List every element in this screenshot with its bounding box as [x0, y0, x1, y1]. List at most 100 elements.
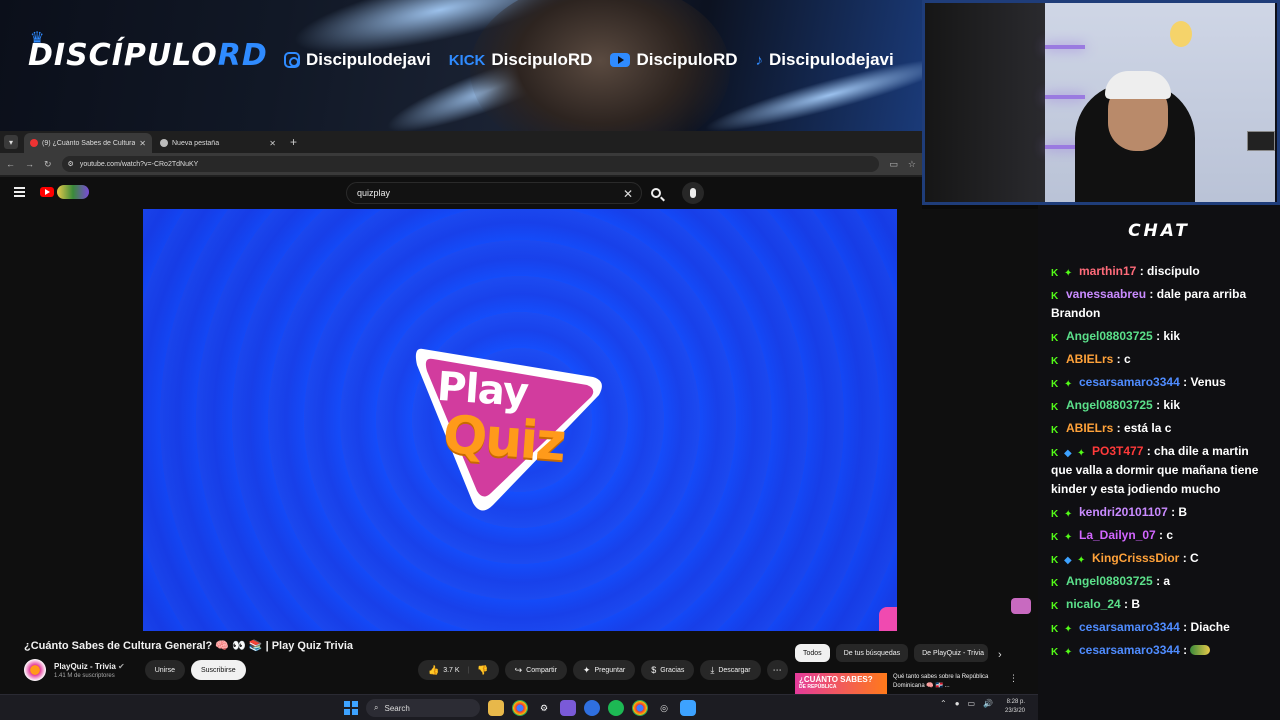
- chat-text: a: [1163, 574, 1171, 588]
- kick-badge-icon: K: [1051, 379, 1059, 390]
- search-icon: ⌕: [374, 703, 379, 712]
- chat-message: K Angel08803725 : a: [1051, 574, 1171, 589]
- tab-youtube[interactable]: (9) ¿Cuánto Sabes de Cultura G ✕: [24, 133, 152, 153]
- chip-all[interactable]: Todos: [795, 644, 830, 662]
- search-input[interactable]: quizplay ✕: [346, 182, 642, 204]
- chat-username[interactable]: nicalo_24: [1066, 597, 1121, 611]
- chat-message: K ✦ cesarsamaro3344 :: [1051, 641, 1273, 660]
- chat-username[interactable]: PO3T477: [1092, 444, 1143, 458]
- social-instagram: Discipulodejavi: [284, 50, 431, 70]
- voice-search-button[interactable]: [682, 182, 704, 204]
- thumbs-down-icon[interactable]: 👎: [477, 665, 488, 676]
- chat-message: K ◆ ✦ KingCrisssDior : C: [1051, 551, 1199, 566]
- chat-username[interactable]: Angel08803725: [1066, 574, 1153, 588]
- clear-search-icon[interactable]: ✕: [623, 187, 633, 201]
- more-vert-icon[interactable]: ⋮: [1009, 673, 1018, 695]
- bookmark-star-icon[interactable]: ☆: [908, 159, 916, 170]
- chip-from-searches[interactable]: De tus búsquedas: [835, 644, 909, 662]
- subscriber-badge-icon: ✦: [1077, 555, 1086, 566]
- like-button[interactable]: 👍 3.7 K | 👎: [418, 660, 499, 680]
- join-button[interactable]: Unirse: [144, 660, 185, 680]
- subscriber-badge-icon: ✦: [1064, 532, 1073, 543]
- chat-username[interactable]: Angel08803725: [1066, 398, 1153, 412]
- youtube-doodle[interactable]: [57, 185, 89, 199]
- chrome-profile-icon[interactable]: [632, 700, 648, 716]
- obs-icon[interactable]: ◎: [656, 700, 672, 716]
- chat-text: c: [1124, 352, 1131, 366]
- notes-icon[interactable]: [680, 700, 696, 716]
- channel-avatar[interactable]: [24, 659, 46, 681]
- site-info-icon[interactable]: ⚙: [68, 160, 74, 168]
- chat-message: K ABIELrs : c: [1051, 352, 1131, 367]
- search-icon: [651, 188, 661, 198]
- chat-username[interactable]: cesarsamaro3344: [1079, 643, 1180, 657]
- mic-tray-icon[interactable]: ●: [955, 699, 960, 708]
- chat-username[interactable]: cesarsamaro3344: [1079, 375, 1180, 389]
- chat-username[interactable]: vanessaabreu: [1066, 287, 1146, 301]
- forward-icon[interactable]: →: [25, 159, 34, 169]
- kick-badge-icon: K: [1051, 509, 1059, 520]
- recommended-video[interactable]: ¿CUÁNTO SABES? DE REPÚBLICA Qué tanto sa…: [795, 673, 1027, 695]
- chat-username[interactable]: La_Dailyn_07: [1079, 528, 1156, 542]
- subscriber-badge-icon: ✦: [1064, 509, 1073, 520]
- taskbar-search[interactable]: ⌕ Search: [366, 699, 480, 717]
- cast-icon[interactable]: ▭: [889, 159, 898, 170]
- chat-message: K ✦ La_Dailyn_07 : c: [1051, 528, 1174, 543]
- taskbar-clock[interactable]: 8:28 p. 23/3/20: [1005, 698, 1025, 716]
- kick-badge-icon: K: [1051, 647, 1059, 658]
- youtube-favicon-icon: [30, 139, 38, 147]
- menu-icon[interactable]: [14, 187, 25, 197]
- chat-username[interactable]: marthin17: [1079, 264, 1136, 278]
- new-tab-button[interactable]: +: [290, 135, 297, 149]
- video-player[interactable]: Play Quiz: [143, 209, 897, 631]
- chat-text: c: [1166, 528, 1174, 542]
- chat-username[interactable]: ABIELrs: [1066, 352, 1113, 366]
- messenger-icon[interactable]: [584, 700, 600, 716]
- kick-badge-icon: K: [1051, 532, 1059, 543]
- subscribe-button[interactable]: Suscribirse: [190, 660, 246, 680]
- thanks-button[interactable]: $ Gracias: [641, 660, 695, 680]
- chat-username[interactable]: KingCrisssDior: [1092, 551, 1179, 565]
- spotify-icon[interactable]: [608, 700, 624, 716]
- chat-username[interactable]: Angel08803725: [1066, 329, 1153, 343]
- chat-text: kik: [1163, 398, 1181, 412]
- channel-info[interactable]: PlayQuiz - Trivia ✔ 1.41 M de suscriptor…: [54, 662, 125, 679]
- share-button[interactable]: ↪ Compartir: [504, 660, 567, 680]
- network-icon[interactable]: ▭: [968, 699, 976, 708]
- kick-badge-icon: K: [1051, 425, 1059, 436]
- file-explorer-icon[interactable]: [488, 700, 504, 716]
- chat-username[interactable]: cesarsamaro3344: [1079, 620, 1180, 634]
- recommended-thumbnail[interactable]: ¿CUÁNTO SABES? DE REPÚBLICA: [795, 673, 887, 695]
- url-input[interactable]: ⚙ youtube.com/watch?v=-CRo2TdNuKY: [61, 156, 880, 172]
- address-bar-row: ← → ↻ ⚙ youtube.com/watch?v=-CRo2TdNuKY …: [0, 153, 922, 175]
- microphone-icon: [690, 188, 696, 198]
- tab-search-button[interactable]: ▾: [4, 135, 18, 149]
- windows-start-icon[interactable]: [344, 701, 358, 715]
- youtube-logo-icon[interactable]: [40, 187, 54, 197]
- recommendation-chips: Todos De tus búsquedas De PlayQuiz - Tri…: [795, 644, 989, 662]
- chevron-right-icon[interactable]: ›: [998, 649, 1002, 661]
- reload-icon[interactable]: ↻: [44, 159, 52, 170]
- chat-username[interactable]: kendri20101107: [1079, 505, 1168, 519]
- tab-new[interactable]: Nueva pestaña ✕: [154, 133, 282, 153]
- kick-badge-icon: K: [1051, 333, 1059, 344]
- openai-icon[interactable]: ⚙: [536, 700, 552, 716]
- close-tab-icon[interactable]: ✕: [269, 139, 276, 148]
- banner-logo: ♛ DISCÍPULORD: [28, 28, 268, 73]
- more-actions-button[interactable]: ⋯: [766, 660, 788, 680]
- download-icon: ⤓: [710, 664, 715, 675]
- kick-badge-icon: K: [1051, 402, 1059, 413]
- ask-button[interactable]: ✦ Preguntar: [572, 660, 636, 680]
- search-button[interactable]: [645, 182, 667, 204]
- back-icon[interactable]: ←: [6, 159, 15, 169]
- tray-chevron-icon[interactable]: ⌃: [940, 699, 947, 708]
- close-tab-icon[interactable]: ✕: [139, 139, 146, 148]
- chrome-icon[interactable]: [512, 700, 528, 716]
- volume-icon[interactable]: 🔊: [983, 699, 993, 708]
- chat-username[interactable]: ABIELrs: [1066, 421, 1113, 435]
- chat-message: K ✦ cesarsamaro3344 : Venus: [1051, 375, 1226, 390]
- download-button[interactable]: ⤓ Descargar: [700, 660, 761, 680]
- chip-from-channel[interactable]: De PlayQuiz - Trivia: [914, 644, 989, 662]
- cube-badge-icon: ◆: [1064, 448, 1072, 459]
- discord-icon[interactable]: [560, 700, 576, 716]
